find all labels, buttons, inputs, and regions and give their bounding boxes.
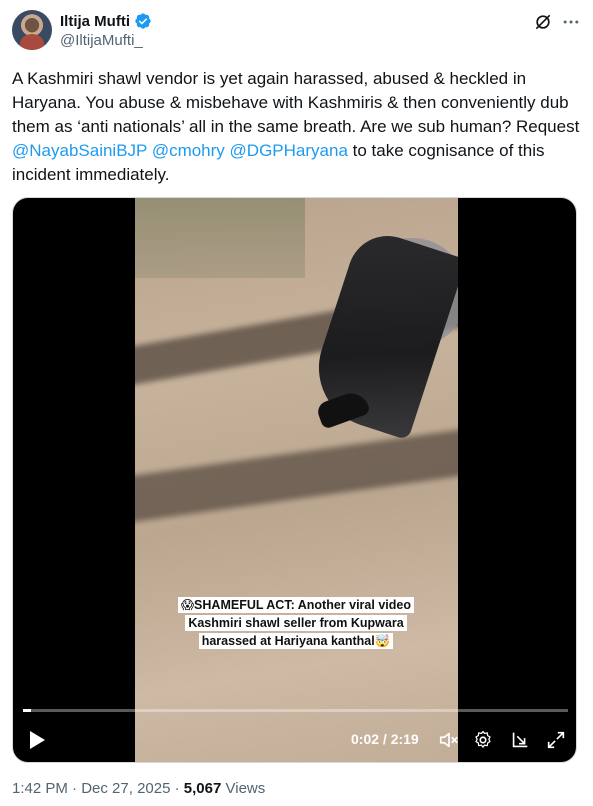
video-caption-line: Kashmiri shawl seller from Kupwara [185,615,407,631]
tweet-text: A Kashmiri shawl vendor is yet again har… [12,67,581,187]
author-handle[interactable]: @IltijaMufti_ [60,32,143,49]
views-label: Views [221,780,266,797]
mute-icon[interactable] [438,729,460,751]
mention-link[interactable]: @NayabSainiBJP [12,141,147,160]
tweet-time[interactable]: 1:42 PM [12,780,68,797]
pop-out-icon[interactable] [509,729,531,751]
meta-separator: · [67,780,82,797]
settings-icon[interactable] [472,729,494,751]
views-count[interactable]: 5,067 [184,780,222,797]
author-avatar[interactable] [12,10,52,50]
verified-badge-icon [135,13,151,29]
fullscreen-icon[interactable] [545,729,567,751]
tweet-header: Iltija Mufti @IltijaMufti_ [12,10,581,54]
video-progress-bar[interactable] [23,709,568,712]
video-caption-line: harassed at Hariyana kanthal🤯 [198,633,394,649]
tweet-date[interactable]: Dec 27, 2025 [81,780,170,797]
mention-link[interactable]: @cmohry [152,141,225,160]
video-frame[interactable]: 😱SHAMEFUL ACT: Another viral video Kashm… [135,198,458,762]
mention-link[interactable]: @DGPHaryana [230,141,348,160]
play-icon[interactable] [27,728,47,752]
author-display-name[interactable]: Iltija Mufti [60,13,130,30]
more-icon[interactable] [561,12,581,32]
tweet-meta: 1:42 PM · Dec 27, 2025 · 5,067 Views [12,780,265,797]
video-progress-fill [23,709,31,712]
video-time-display: 0:02 / 2:19 [351,731,419,747]
video-scene-grass [135,198,305,278]
grok-icon[interactable] [533,12,553,32]
video-caption: 😱SHAMEFUL ACT: Another viral video Kashm… [161,596,431,650]
tweet-text-before: A Kashmiri shawl vendor is yet again har… [12,69,585,136]
meta-separator: · [170,780,184,797]
video-caption-line: 😱SHAMEFUL ACT: Another viral video [178,597,414,613]
video-player[interactable]: 😱SHAMEFUL ACT: Another viral video Kashm… [12,197,577,763]
author-name-line: Iltija Mufti [60,12,152,30]
video-scene-shadow [135,428,458,524]
